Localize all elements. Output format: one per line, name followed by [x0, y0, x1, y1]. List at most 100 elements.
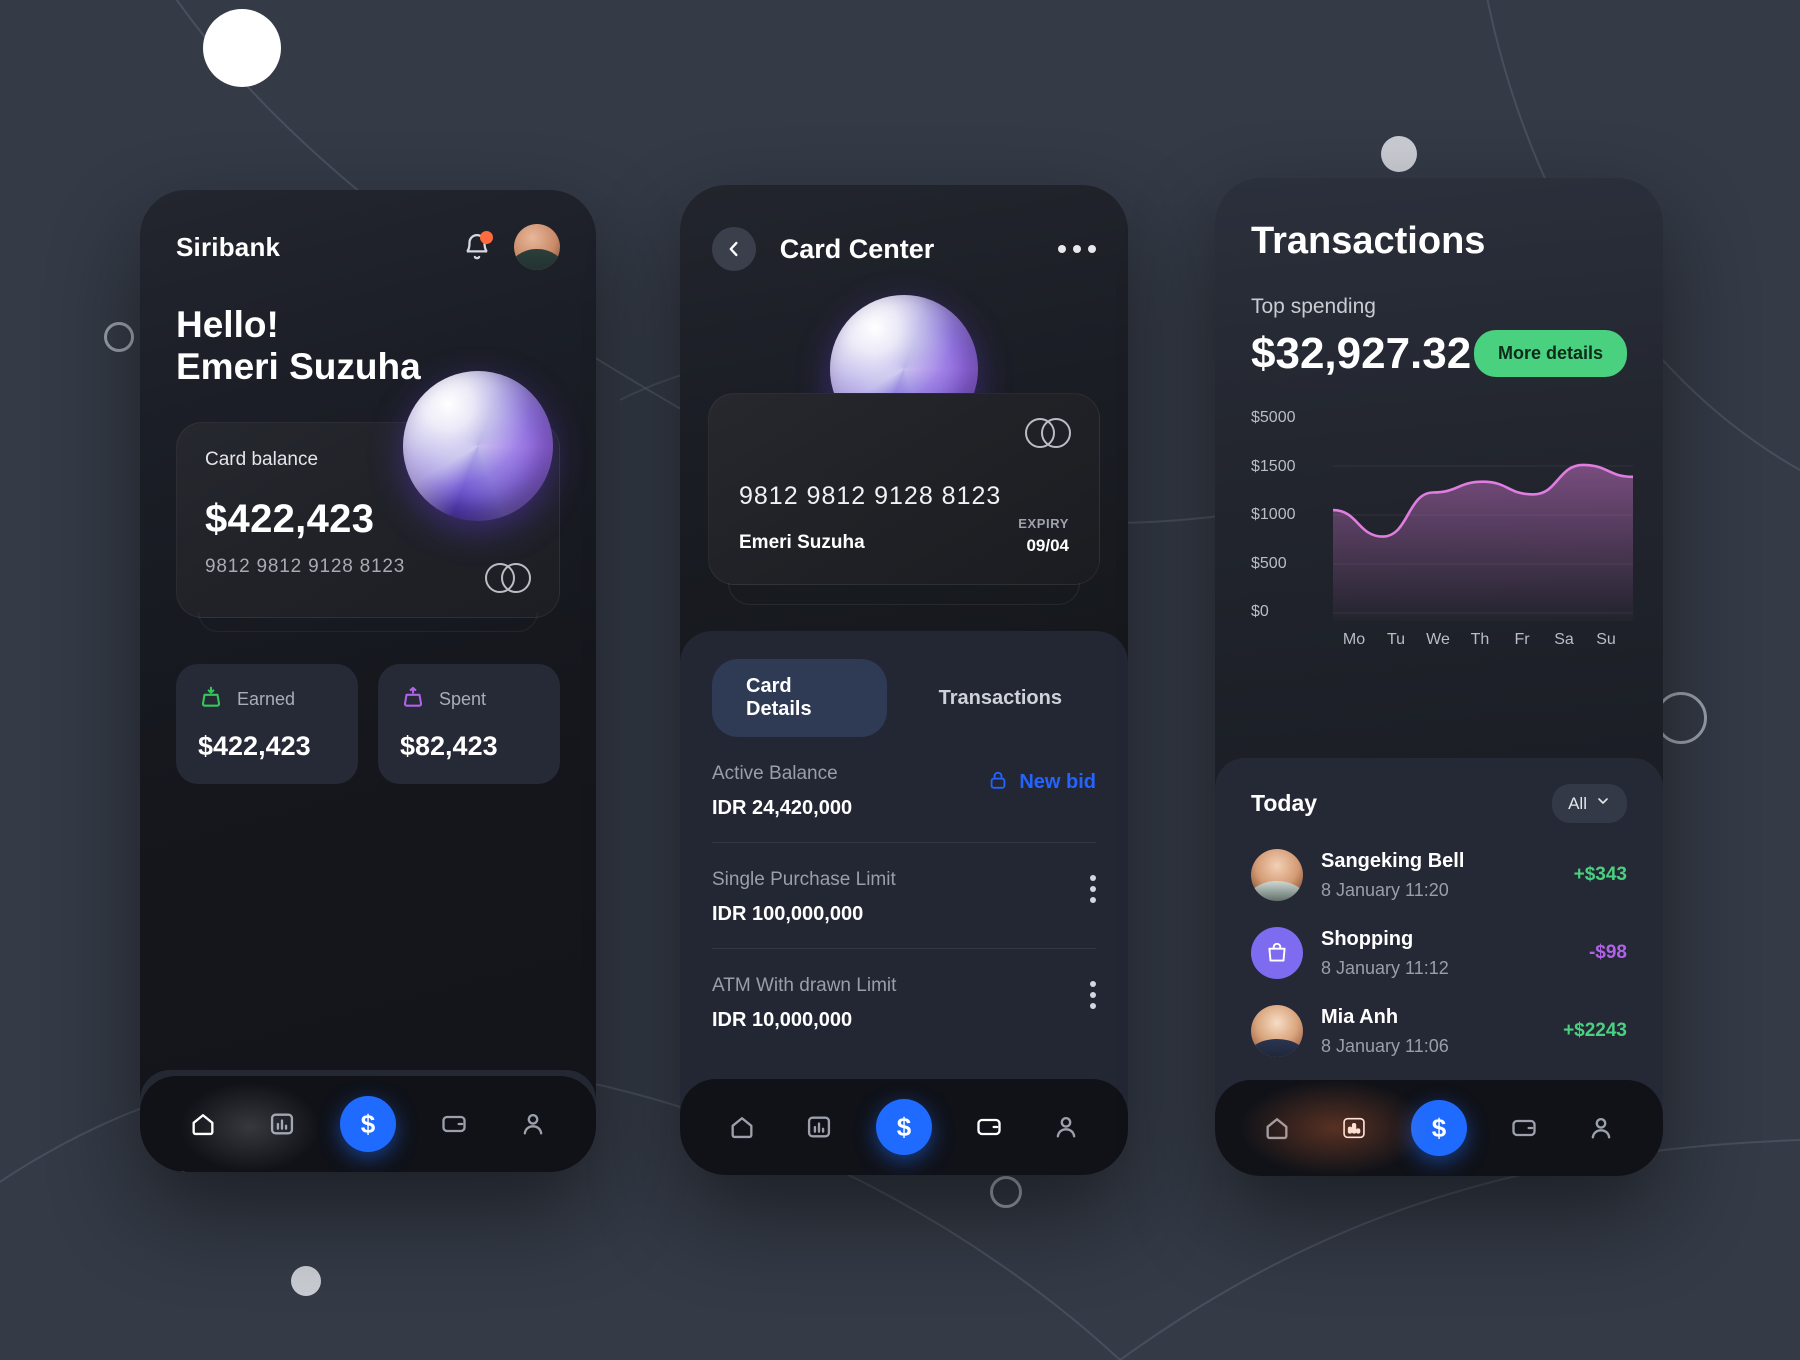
nav-stats-icon[interactable]: [799, 1107, 839, 1147]
bottom-navigation: $: [1215, 1080, 1663, 1176]
x-tick: Fr: [1514, 631, 1530, 648]
stats-row: Earned $422,423 Spent $82,423: [176, 663, 560, 784]
earned-icon: [198, 684, 224, 715]
bottom-navigation: $: [680, 1079, 1128, 1175]
mastercard-icon: [485, 562, 531, 593]
page-title: Transactions: [1251, 220, 1486, 262]
phone-transactions-screen: Transactions Top spending $32,927.32 Mor…: [1215, 178, 1663, 1176]
detail-row-single-purchase-limit: Single Purchase Limit IDR 100,000,000: [712, 843, 1096, 949]
bell-icon[interactable]: [462, 231, 493, 262]
phone-home-screen: Siribank Hello! Emeri Suzuha Card balanc…: [140, 190, 596, 1172]
list-item[interactable]: Shopping 8 January 11:12 -$98: [1251, 927, 1627, 979]
nav-glow: [1239, 1080, 1429, 1176]
detail-value: IDR 10,000,000: [712, 1009, 853, 1031]
top-spending-label: Top spending: [1251, 295, 1376, 318]
transaction-amount: +$2243: [1563, 1020, 1627, 1041]
card-stack-shadow: [176, 611, 560, 634]
row-menu-button[interactable]: [1090, 981, 1096, 1009]
dollar-icon: $: [360, 1108, 376, 1139]
nav-person-icon[interactable]: [513, 1104, 553, 1144]
card-orb-decoration: [403, 370, 553, 521]
nav-active-glow: [180, 1082, 320, 1172]
transactions-top-section: Transactions Top spending $32,927.32 Mor…: [1215, 178, 1663, 758]
row-menu-button[interactable]: [1090, 875, 1096, 903]
nav-dollar-button[interactable]: $: [875, 1099, 932, 1155]
nav-card-icon[interactable]: [969, 1107, 1009, 1147]
shopping-bag-icon: [1251, 927, 1303, 979]
nav-card-icon[interactable]: [434, 1104, 474, 1144]
filter-all-dropdown[interactable]: All: [1552, 784, 1627, 823]
tab-transactions[interactable]: Transactions: [905, 671, 1096, 726]
y-tick: $500: [1251, 554, 1287, 572]
home-header: Siribank: [176, 224, 560, 270]
lock-icon: [987, 769, 1009, 796]
transaction-amount: -$98: [1588, 942, 1627, 963]
card-number: 9812 9812 9128 8123: [205, 555, 406, 577]
x-tick: Su: [1596, 631, 1616, 648]
stat-spent[interactable]: Spent $82,423: [378, 663, 560, 784]
transaction-name: Mia Anh: [1321, 1005, 1399, 1028]
list-item[interactable]: Mia Anh 8 January 11:06 +$2243: [1251, 1005, 1627, 1057]
stat-spent-amount: $82,423: [400, 730, 498, 761]
dollar-icon: $: [1431, 1112, 1447, 1143]
nav-home-icon[interactable]: [722, 1107, 762, 1147]
nav-dollar-button[interactable]: $: [339, 1096, 396, 1152]
card-stack-shadow: [728, 583, 1080, 605]
stat-earned[interactable]: Earned $422,423: [176, 663, 358, 784]
card-holder-name: Emeri Suzuha: [739, 532, 865, 553]
tabs: Card Details Transactions: [712, 659, 1096, 737]
y-tick: $0: [1251, 603, 1269, 620]
decor-ring-left: [104, 322, 134, 352]
avatar: [1251, 849, 1303, 901]
chevron-left-icon[interactable]: [712, 227, 756, 271]
chart-x-axis: Mo Tu We Th Fr Sa Su: [1333, 631, 1627, 649]
decor-dot-large: [203, 9, 281, 87]
filter-all-label: All: [1568, 793, 1587, 813]
notification-badge: [480, 231, 493, 244]
x-tick: Tu: [1386, 631, 1406, 648]
chart-plot-area: [1333, 463, 1633, 621]
vertical-dots-icon: [1090, 981, 1096, 1009]
detail-value: IDR 24,420,000: [712, 797, 853, 819]
x-tick: Mo: [1342, 631, 1366, 648]
chart-y-axis: $5000 $1500 $1000 $500 $0: [1251, 409, 1327, 621]
transaction-date: 8 January 11:06: [1321, 1035, 1449, 1056]
list-item[interactable]: Sangeking Bell 8 January 11:20 +$343: [1251, 849, 1627, 901]
y-tick: $1500: [1251, 457, 1296, 475]
detail-row-atm-limit: ATM With drawn Limit IDR 10,000,000: [712, 949, 1096, 1054]
app-background: Siribank Hello! Emeri Suzuha Card balanc…: [0, 0, 1800, 1360]
card-expiry: EXPIRY 09/04: [1018, 516, 1069, 556]
card-balance-card[interactable]: Card balance $422,423 9812 9812 9128 812…: [176, 370, 560, 618]
stat-earned-label: Earned: [237, 688, 296, 709]
today-header: Today All: [1251, 784, 1627, 823]
bottom-navigation: $: [140, 1076, 596, 1172]
decor-ring-bottom: [990, 1176, 1022, 1208]
transaction-date: 8 January 11:20: [1321, 879, 1449, 900]
detail-label: Single Purchase Limit: [712, 869, 896, 890]
new-bid-action[interactable]: New bid: [987, 769, 1096, 796]
stat-spent-label: Spent: [439, 688, 487, 709]
greeting-line-1: Hello!: [176, 304, 279, 345]
y-tick: $5000: [1251, 409, 1296, 426]
dollar-icon: $: [896, 1111, 912, 1142]
nav-card-icon[interactable]: [1504, 1108, 1544, 1148]
more-details-button[interactable]: More details: [1473, 330, 1627, 377]
avatar[interactable]: [514, 224, 560, 270]
detail-label: ATM With drawn Limit: [712, 975, 897, 996]
spending-chart: $5000 $1500 $1000 $500 $0 Mo Tu We Th Fr…: [1251, 409, 1633, 659]
spent-icon: [400, 684, 426, 715]
page-title: Card Center: [779, 233, 935, 264]
kebab-menu-icon[interactable]: [1057, 245, 1096, 253]
transaction-amount: +$343: [1573, 864, 1627, 885]
card-expiry-label: EXPIRY: [1018, 516, 1069, 531]
x-tick: Th: [1470, 631, 1490, 648]
nav-person-icon[interactable]: [1046, 1107, 1086, 1147]
y-tick: $1000: [1251, 506, 1296, 523]
decor-dot-medium: [1381, 136, 1417, 172]
header-actions: [462, 224, 560, 270]
nav-person-icon[interactable]: [1581, 1108, 1621, 1148]
tab-card-details[interactable]: Card Details: [712, 659, 887, 737]
chevron-down-icon: [1595, 793, 1611, 814]
credit-card[interactable]: 9812 9812 9128 8123 Emeri Suzuha EXPIRY …: [708, 393, 1100, 585]
card-expiry-value: 09/04: [1026, 536, 1069, 555]
